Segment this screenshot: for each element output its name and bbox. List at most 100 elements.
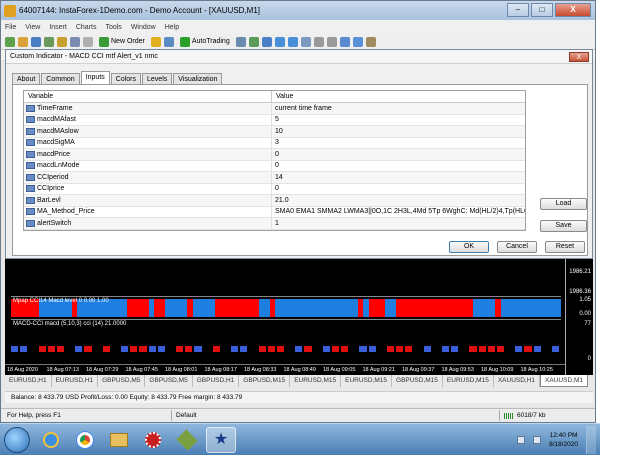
metatrader-icon[interactable]: ★ [206,427,236,453]
menu-view[interactable]: View [25,24,40,31]
column-variable[interactable]: Variable [24,91,272,102]
chart-tab[interactable]: EURUSD,M15 [443,375,494,387]
table-body: TimeFrame current time frame macdMAfast 5 ma… [24,103,525,230]
chart-tab[interactable]: EURUSD,M15 [341,375,393,387]
reset-button[interactable]: Reset [545,241,585,253]
terminal-icon[interactable] [70,36,80,47]
table-row[interactable]: alertSwitch 1 [24,218,525,230]
zoom-out-icon[interactable] [287,36,298,47]
volume-icon[interactable] [533,436,542,444]
table-row[interactable]: MA_Method_Price SMA0 EMA1 SMMA2 LWMA3||0O… [24,206,525,218]
table-row[interactable]: macdMAfast 5 [24,114,525,126]
param-value[interactable]: current time frame [272,103,525,114]
start-button[interactable] [4,427,30,453]
minimize-button[interactable]: – [507,3,529,17]
clock[interactable]: 12:40 PM 8/18/2020 [549,431,578,449]
candles-icon[interactable] [248,36,259,47]
network-icon[interactable] [517,436,526,444]
shift-icon[interactable] [326,36,337,47]
macd-cci-subwindow[interactable]: MACD-CCI macd (5,10,3) cci (14) 21.0000 [11,320,561,365]
macd-cci-bar [20,346,28,352]
show-desktop-button[interactable] [586,426,596,454]
table-row[interactable]: BarLevl 21.0 [24,195,525,207]
param-value[interactable]: 0 [272,184,525,195]
ok-button[interactable]: OK [449,241,489,253]
navigator-icon[interactable] [57,36,67,47]
load-button[interactable]: Load [540,198,587,210]
zoom-in-icon[interactable] [274,36,285,47]
menu-charts[interactable]: Charts [76,24,97,31]
chart-tab[interactable]: GBPUSD,M15 [239,375,291,387]
maximize-button[interactable]: □ [531,3,553,17]
macd-cci-bar [240,346,248,352]
table-row[interactable]: CCIperiod 14 [24,172,525,184]
trading-app-icon[interactable] [172,427,202,453]
table-row[interactable]: TimeFrame current time frame [24,103,525,115]
dialog-close-button[interactable]: X [569,52,589,62]
chart-area[interactable]: 1986.21 1986.36 1.05 0.00 77 0 Mpap CCI1… [5,259,593,375]
column-value[interactable]: Value [272,91,297,102]
param-value[interactable]: SMA0 EMA1 SMMA2 LWMA3||0O,1C 2H3L,4Md 5T… [272,207,525,218]
menu-help[interactable]: Help [165,24,179,31]
chrome-icon[interactable] [70,427,100,453]
tab-common[interactable]: Common [41,73,80,84]
new-chart-icon[interactable] [5,36,15,47]
table-row[interactable]: macdSigMA 3 [24,137,525,149]
chart-tab[interactable]: EURUSD,H1 [52,375,99,387]
table-row[interactable]: macdMAslow 10 [24,126,525,138]
table-row[interactable]: macdPrice 0 [24,149,525,161]
metaeditor-icon[interactable] [150,36,161,47]
market-watch-icon[interactable] [31,36,41,47]
script-icon[interactable] [163,36,174,47]
chart-tab[interactable]: GBPUSD,M5 [145,375,193,387]
status-connection[interactable]: 6018/7 kb [499,410,550,421]
bar-chart-icon[interactable] [235,36,246,47]
table-row[interactable]: macdLnMode 0 [24,160,525,172]
chart-tab[interactable]: XAUUSD,H1 [494,375,541,387]
gear-app-icon[interactable] [138,427,168,453]
status-profile[interactable]: Default [171,410,201,421]
chart-tab[interactable]: EURUSD,H1 [5,375,52,387]
chart-tab[interactable]: XAUUSD,M1 [540,375,588,387]
menu-window[interactable]: Window [131,24,156,31]
param-value[interactable]: 3 [272,138,525,149]
tab-colors[interactable]: Colors [110,73,142,84]
chart-tab[interactable]: GBPUSD,M5 [98,375,146,387]
line-chart-icon[interactable] [261,36,272,47]
data-window-icon[interactable] [44,36,54,47]
param-value[interactable]: 1 [272,218,525,229]
tile-icon[interactable] [300,36,311,47]
chart-tab[interactable]: GBPUSD,H1 [193,375,240,387]
param-value[interactable]: 0 [272,161,525,172]
templates-icon[interactable] [365,36,376,47]
menu-tools[interactable]: Tools [105,24,121,31]
tab-about[interactable]: About [12,73,41,84]
param-value[interactable]: 10 [272,126,525,137]
param-name: macdLnMode [37,162,80,170]
param-value[interactable]: 21.0 [272,195,525,206]
param-value[interactable]: 5 [272,115,525,126]
new-order-button[interactable]: New Order [96,36,148,47]
menu-file[interactable]: File [5,24,16,31]
profiles-icon[interactable] [18,36,28,47]
explorer-icon[interactable] [104,427,134,453]
table-row[interactable]: CCIprice 0 [24,183,525,195]
tab-levels[interactable]: Levels [142,73,173,84]
menu-insert[interactable]: Insert [49,24,67,31]
autotrading-button[interactable]: AutoTrading [177,36,233,47]
tester-icon[interactable] [83,36,93,47]
chart-tab[interactable]: EURUSD,M15 [290,375,342,387]
param-value[interactable]: 14 [272,172,525,183]
autoscroll-icon[interactable] [313,36,324,47]
param-value[interactable]: 0 [272,149,525,160]
cancel-button[interactable]: Cancel [497,241,537,253]
chart-tab[interactable]: GBPUSD,M15 [392,375,443,387]
indicators-icon[interactable] [339,36,350,47]
close-button[interactable]: X [555,3,591,17]
tab-visualization[interactable]: Visualization [173,73,223,84]
cci-subwindow[interactable]: Mpap CCI14 Macd level 0 0.00 1.00 [11,296,561,320]
periods-icon[interactable] [352,36,363,47]
ie-icon[interactable] [36,427,66,453]
tab-inputs[interactable]: Inputs [80,71,110,84]
save-button[interactable]: Save [540,220,587,232]
